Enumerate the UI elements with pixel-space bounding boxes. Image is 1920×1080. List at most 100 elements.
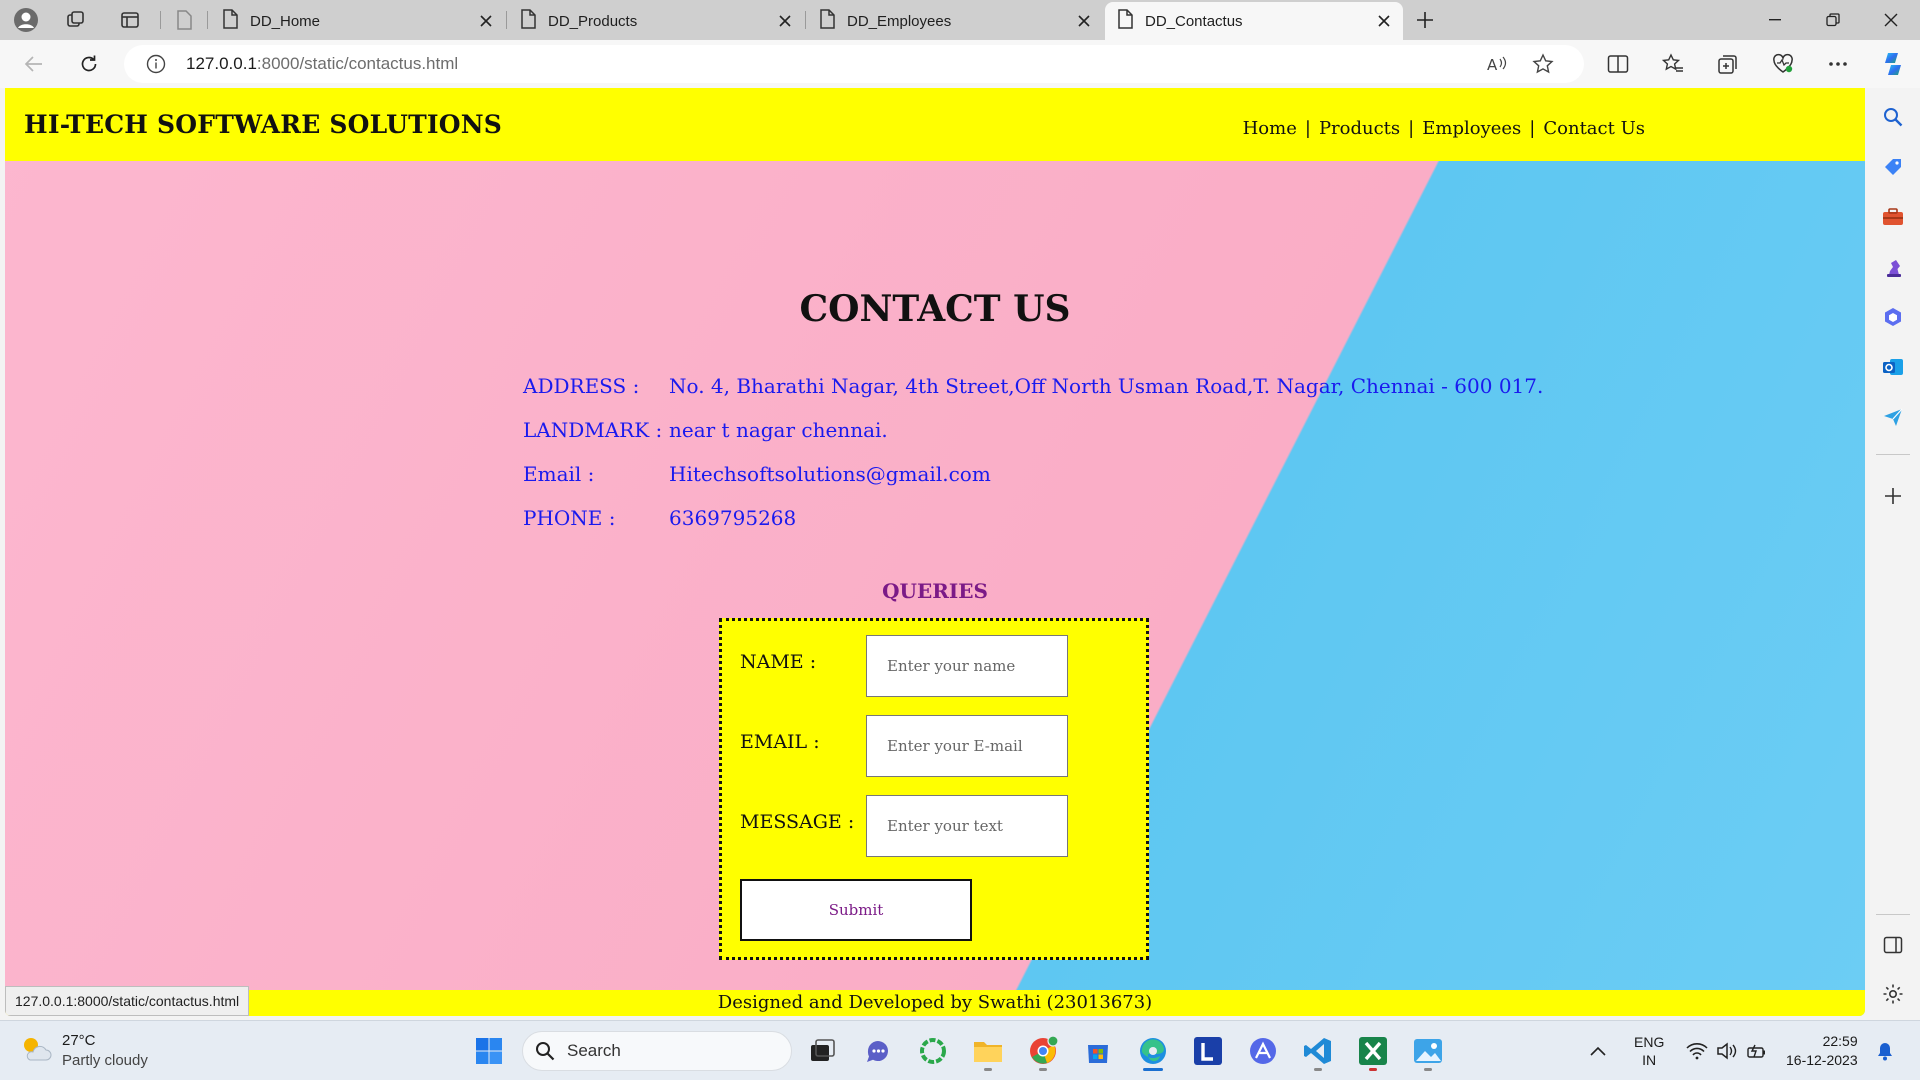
tab-title: DD_Products [548, 12, 638, 30]
close-window-button[interactable] [1862, 0, 1920, 40]
name-input[interactable] [866, 635, 1068, 697]
url-host: 127.0.0.1 [186, 54, 257, 73]
arc-app-icon[interactable] [1243, 1031, 1283, 1071]
task-view-icon[interactable] [803, 1031, 843, 1071]
tab-title: DD_Contactus [1145, 12, 1243, 30]
tools-briefcase-icon[interactable] [1878, 202, 1908, 232]
games-chess-icon[interactable] [1878, 252, 1908, 282]
edge-browser-icon[interactable] [1133, 1031, 1173, 1071]
query-form: NAME : EMAIL : MESSAGE : Submit [719, 618, 1149, 960]
language-indicator[interactable]: ENG IN [1634, 1021, 1664, 1080]
browser-essentials-icon[interactable] [1767, 48, 1799, 80]
collections-icon[interactable] [1712, 48, 1744, 80]
nav-products-link[interactable]: Products [1319, 118, 1400, 139]
excel-icon[interactable] [1353, 1031, 1393, 1071]
landmark-value: near t nagar chennai. [669, 418, 888, 442]
site-header: HI-TECH SOFTWARE SOLUTIONS Home | Produc… [5, 88, 1865, 161]
tab-title: DD_Employees [847, 12, 952, 30]
site-footer: Designed and Developed by Swathi (230136… [5, 990, 1865, 1016]
landmark-row: LANDMARK : near t nagar chennai. [523, 408, 1543, 452]
send-drop-icon[interactable] [1878, 402, 1908, 432]
tab-separator [805, 11, 806, 29]
profile-icon[interactable] [12, 6, 40, 34]
close-tab-icon[interactable] [1371, 8, 1397, 34]
language-code: ENG [1634, 1034, 1665, 1050]
address-bar[interactable]: 127.0.0.1:8000/static/contactus.html A [124, 45, 1584, 83]
search-icon [536, 1042, 555, 1061]
close-tab-icon[interactable] [473, 8, 499, 34]
file-explorer-icon[interactable] [968, 1031, 1008, 1071]
wifi-icon[interactable] [1686, 1021, 1708, 1080]
workspaces-icon[interactable] [62, 6, 90, 34]
ring-app-icon[interactable] [913, 1031, 953, 1071]
submit-button[interactable]: Submit [740, 879, 972, 941]
phone-value: 6369795268 [669, 506, 797, 530]
hide-sidebar-icon[interactable] [1878, 930, 1908, 960]
sidebar-settings-gear-icon[interactable] [1878, 979, 1908, 1009]
favorite-star-icon[interactable] [1532, 53, 1554, 79]
minimize-button[interactable] [1746, 0, 1804, 40]
tab-separator [506, 11, 507, 29]
url-text[interactable]: 127.0.0.1:8000/static/contactus.html [186, 54, 458, 74]
browser-tab-strip: DD_Home DD_Products DD_Employees DD_Cont… [0, 0, 1920, 40]
read-aloud-icon[interactable]: A [1486, 53, 1508, 79]
email-input[interactable] [866, 715, 1068, 777]
shopping-tag-icon[interactable] [1878, 152, 1908, 182]
microsoft-365-icon[interactable] [1878, 302, 1908, 332]
tab-products[interactable]: DD_Products [508, 2, 804, 40]
tab-home[interactable]: DD_Home [210, 2, 505, 40]
vs-code-icon[interactable] [1298, 1031, 1338, 1071]
volume-icon[interactable] [1716, 1021, 1738, 1080]
close-tab-icon[interactable] [1071, 8, 1097, 34]
show-hidden-icons-chevron[interactable] [1590, 1021, 1606, 1080]
page-icon [222, 9, 238, 33]
add-sidebar-app-icon[interactable] [1878, 481, 1908, 511]
site-nav: Home | Products | Employees | Contact Us [1243, 118, 1645, 139]
split-screen-icon[interactable] [1602, 48, 1634, 80]
copilot-icon[interactable] [1877, 48, 1909, 80]
url-path: :8000/static/contactus.html [256, 54, 459, 73]
sidebar-divider [1876, 914, 1910, 915]
nav-contact-link[interactable]: Contact Us [1543, 118, 1645, 139]
tab-contactus[interactable]: DD_Contactus [1105, 2, 1403, 40]
photos-app-icon[interactable] [1408, 1031, 1448, 1071]
system-clock[interactable]: 22:59 16-12-2023 [1786, 1021, 1858, 1080]
search-label: Search [567, 1041, 621, 1060]
teams-chat-icon[interactable] [858, 1031, 898, 1071]
nav-separator: | [1529, 118, 1536, 139]
weather-widget[interactable]: 27°C Partly cloudy [20, 1031, 148, 1071]
close-tab-icon[interactable] [772, 8, 798, 34]
site-info-icon[interactable] [146, 54, 166, 78]
nav-separator: | [1304, 118, 1311, 139]
outlook-icon[interactable] [1878, 352, 1908, 382]
l-app-icon[interactable] [1188, 1031, 1228, 1071]
nav-employees-link[interactable]: Employees [1422, 118, 1521, 139]
blank-page-icon[interactable] [170, 6, 198, 34]
running-indicator [1424, 1068, 1432, 1071]
tab-title: DD_Home [250, 12, 321, 30]
clock-time: 22:59 [1822, 1033, 1858, 1049]
search-icon[interactable] [1878, 102, 1908, 132]
microsoft-store-icon[interactable] [1078, 1031, 1118, 1071]
partly-cloudy-icon [20, 1034, 52, 1068]
weather-desc: Partly cloudy [62, 1052, 148, 1069]
nav-home-link[interactable]: Home [1243, 118, 1297, 139]
page-viewport: HI-TECH SOFTWARE SOLUTIONS Home | Produc… [5, 88, 1865, 1016]
refresh-icon[interactable] [73, 48, 105, 80]
notification-bell-icon[interactable] [1876, 1021, 1894, 1080]
tab-actions-icon[interactable] [116, 6, 144, 34]
back-arrow-icon[interactable] [18, 48, 50, 80]
taskbar-search-box[interactable]: Search [522, 1031, 792, 1071]
more-options-icon[interactable] [1822, 48, 1854, 80]
new-tab-button[interactable] [1411, 6, 1439, 34]
tab-employees[interactable]: DD_Employees [807, 2, 1103, 40]
battery-charging-icon[interactable] [1746, 1021, 1768, 1080]
favorites-icon[interactable] [1657, 48, 1689, 80]
start-windows-icon[interactable] [469, 1031, 509, 1071]
email-label: Email : [523, 462, 595, 486]
message-input[interactable] [866, 795, 1068, 857]
chrome-icon[interactable] [1023, 1031, 1063, 1071]
address-value: No. 4, Bharathi Nagar, 4th Street,Off No… [669, 374, 1544, 398]
restore-button[interactable] [1804, 0, 1862, 40]
phone-label: PHONE : [523, 506, 616, 530]
